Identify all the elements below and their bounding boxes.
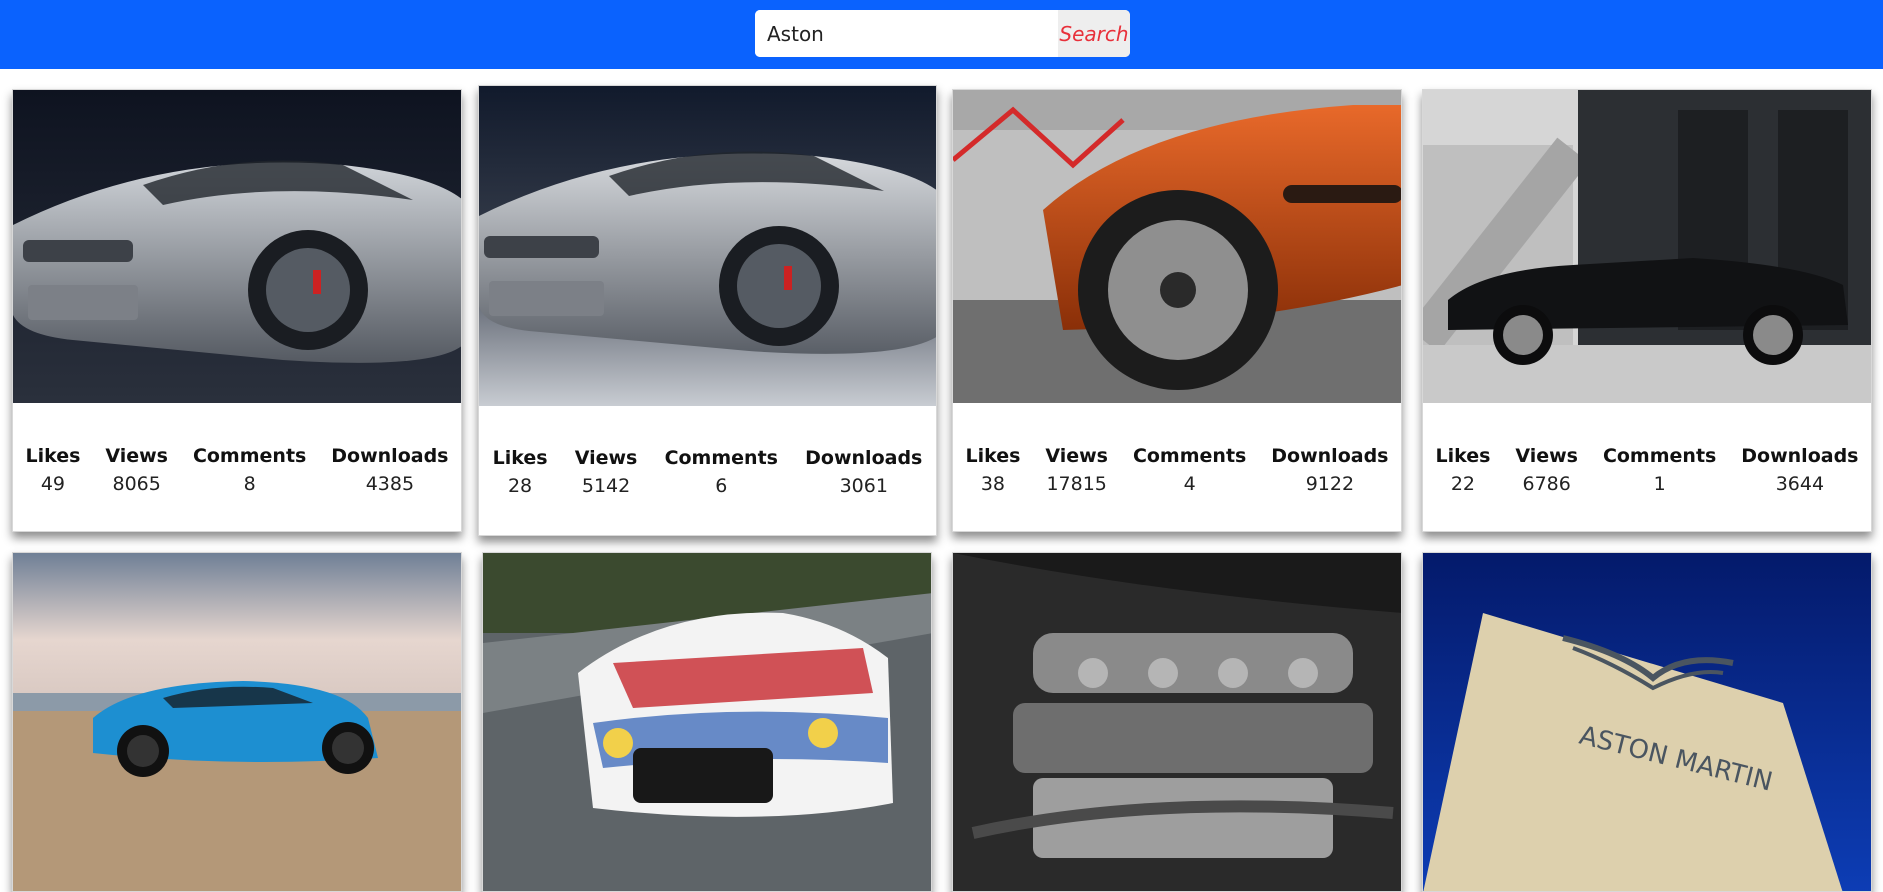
card-photo[interactable] [1423,90,1871,403]
downloads-label: Downloads [1271,445,1389,467]
top-bar: Search [0,0,1883,69]
likes-stat: Likes 49 [25,445,80,495]
comments-stat: Comments 6 [665,447,778,497]
likes-label: Likes [25,445,81,467]
downloads-count: 3061 [839,475,888,497]
card-photo[interactable] [13,553,461,891]
card-photo[interactable] [13,90,461,403]
comments-label: Comments [192,445,307,467]
image-card[interactable]: ASTON MARTIN [1422,552,1872,892]
views-stat: Views 5142 [575,447,638,497]
card-stats: Likes 22 Views 6786 Comments 1 Downloads 364… [1423,445,1871,495]
views-stat: Views 17815 [1045,445,1108,495]
comments-stat: Comments 8 [193,445,306,495]
comments-stat: Comments 4 [1133,445,1246,495]
downloads-label: Downloads [805,447,923,469]
card-photo[interactable]: ASTON MARTIN [1423,553,1871,891]
views-count: 8065 [112,473,161,495]
comments-stat: Comments 1 [1603,445,1716,495]
card-photo[interactable] [483,553,931,891]
likes-count: 28 [507,475,533,497]
downloads-stat: Downloads 4385 [331,445,448,495]
likes-count: 38 [980,473,1006,495]
search-button[interactable]: Search [1058,10,1130,57]
views-stat: Views 8065 [105,445,168,495]
comments-label: Comments [1602,445,1717,467]
likes-stat: Likes 22 [1435,445,1490,495]
card-stats: Likes 38 Views 17815 Comments 4 Downloads 91… [953,445,1401,495]
downloads-label: Downloads [331,445,449,467]
image-card[interactable] [482,552,932,892]
views-label: Views [1045,445,1108,467]
views-label: Views [1515,445,1578,467]
card-photo[interactable] [479,86,936,406]
comments-count: 6 [715,475,728,497]
image-card[interactable]: Likes 28 Views 5142 Comments 6 Downloads 306… [478,85,937,536]
downloads-label: Downloads [1741,445,1859,467]
card-photo[interactable] [953,553,1401,891]
likes-label: Likes [492,447,548,469]
likes-count: 49 [40,473,66,495]
downloads-count: 3644 [1775,473,1825,495]
search-input[interactable] [755,10,1058,57]
views-label: Views [574,447,638,469]
likes-count: 22 [1450,473,1476,495]
comments-label: Comments [664,447,778,469]
views-count: 17815 [1046,473,1107,495]
views-count: 6786 [1522,473,1571,495]
image-card[interactable]: Likes 22 Views 6786 Comments 1 Downloads 364… [1422,89,1872,532]
downloads-stat: Downloads 3644 [1741,445,1858,495]
views-label: Views [105,445,168,467]
downloads-count: 4385 [365,473,415,495]
image-card[interactable]: Likes 49 Views 8065 Comments 8 Downloads 438… [12,89,462,532]
views-stat: Views 6786 [1515,445,1578,495]
comments-count: 8 [243,473,256,495]
likes-stat: Likes 28 [493,447,548,497]
image-card[interactable]: Likes 38 Views 17815 Comments 4 Downloads 91… [952,89,1402,532]
card-photo[interactable] [953,90,1401,403]
comments-count: 4 [1183,473,1196,495]
card-stats: Likes 28 Views 5142 Comments 6 Downloads 306… [479,447,936,497]
search-form: Search [755,10,1130,57]
comments-count: 1 [1653,473,1666,495]
downloads-stat: Downloads 3061 [805,447,922,497]
card-stats: Likes 49 Views 8065 Comments 8 Downloads 438… [13,445,461,495]
comments-label: Comments [1132,445,1247,467]
image-card[interactable] [952,552,1402,892]
likes-label: Likes [965,445,1021,467]
downloads-stat: Downloads 9122 [1271,445,1388,495]
likes-stat: Likes 38 [965,445,1020,495]
likes-label: Likes [1435,445,1491,467]
image-card[interactable] [12,552,462,892]
downloads-count: 9122 [1305,473,1355,495]
views-count: 5142 [581,475,631,497]
